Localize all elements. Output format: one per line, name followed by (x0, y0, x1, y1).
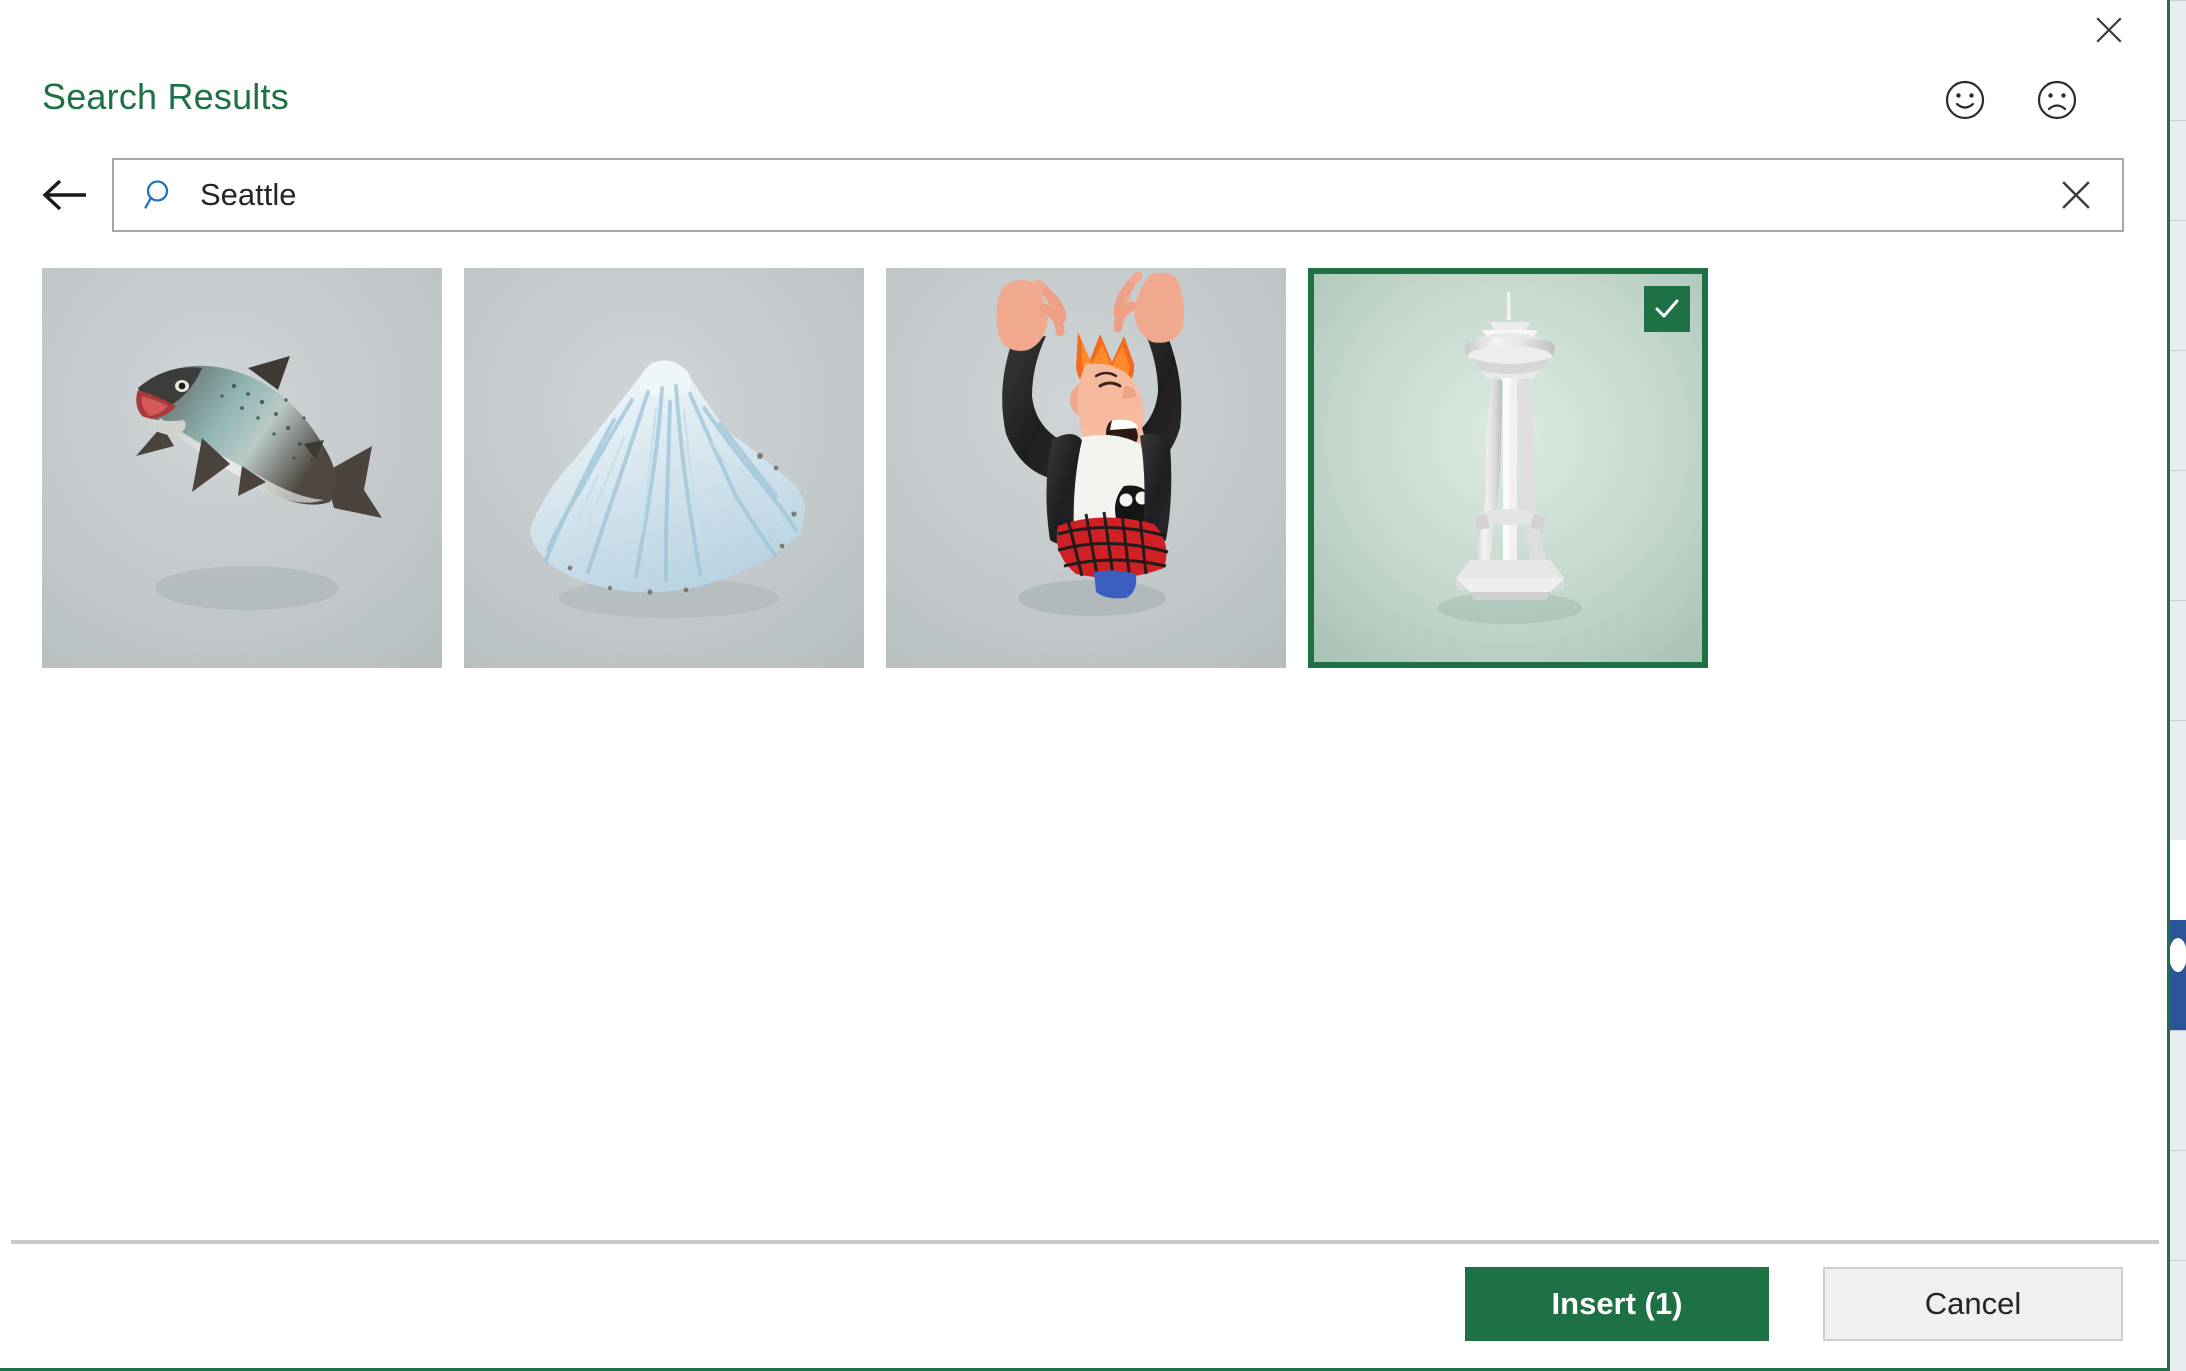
mountain-thumbnail-art (464, 268, 864, 668)
close-icon (2096, 17, 2122, 43)
online-3d-models-dialog: Search Results Seattle Insert (1) Cancel (0, 0, 2170, 1371)
search-input[interactable] (200, 160, 2046, 230)
search-icon (142, 177, 178, 213)
insert-button[interactable]: Insert (1) (1465, 1267, 1769, 1341)
clear-x-icon (2062, 181, 2090, 209)
selected-check-badge (1644, 286, 1690, 332)
back-button[interactable] (36, 166, 94, 224)
back-arrow-icon (42, 179, 86, 211)
feedback-group (1943, 78, 2079, 122)
fish-thumbnail-art (42, 268, 442, 668)
character-thumbnail-art (886, 268, 1286, 668)
clear-search-button[interactable] (2046, 165, 2106, 225)
feedback-happy-button[interactable] (1943, 78, 1987, 122)
result-tile-space-needle[interactable] (1308, 268, 1708, 668)
smiley-face-icon (1945, 80, 1985, 120)
result-tile-mountain[interactable] (464, 268, 864, 668)
close-button[interactable] (2085, 8, 2133, 52)
search-bar (36, 158, 2124, 232)
frowny-face-icon (2037, 80, 2077, 120)
cancel-button[interactable]: Cancel (1823, 1267, 2123, 1341)
footer-actions: Insert (1) Cancel (1465, 1267, 2123, 1341)
result-tile-fish[interactable] (42, 268, 442, 668)
result-tile-character[interactable] (886, 268, 1286, 668)
results-grid (42, 268, 1708, 668)
search-field[interactable] (112, 158, 2124, 232)
footer-separator (11, 1240, 2159, 1244)
page-title: Search Results (42, 76, 289, 117)
space-needle-thumbnail-art (1314, 274, 1702, 662)
feedback-sad-button[interactable] (2035, 78, 2079, 122)
checkmark-icon (1655, 299, 1679, 318)
